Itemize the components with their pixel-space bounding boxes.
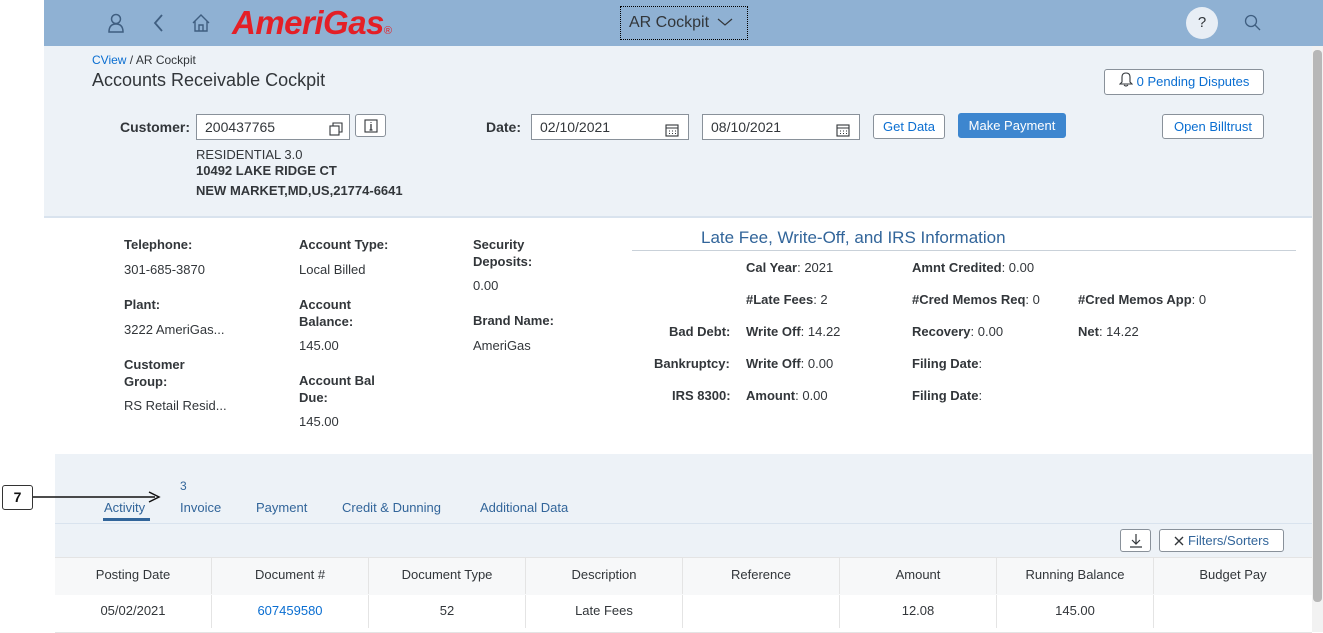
table-cell: 52	[369, 595, 526, 628]
amnt-credited: Amnt Credited: 0.00	[912, 260, 1035, 275]
help-icon[interactable]: ?	[1186, 7, 1218, 39]
callout-badge: 7	[2, 485, 33, 510]
brand-name-value: AmeriGas	[473, 338, 531, 353]
calendar-icon[interactable]	[665, 120, 679, 144]
column-header[interactable]: Document Type	[369, 557, 526, 594]
chevron-down-icon	[717, 7, 733, 39]
tab-divider	[55, 523, 1312, 524]
value-help-icon[interactable]	[329, 119, 343, 143]
tab-active-indicator	[103, 518, 150, 521]
callout-arrow	[33, 491, 161, 503]
cred-memos-req: #Cred Memos Req: 0	[912, 292, 1040, 307]
plant-value: 3222 AmeriGas...	[124, 322, 225, 337]
late-fee-divider	[632, 250, 1296, 251]
open-billtrust-button[interactable]: Open Billtrust	[1162, 114, 1264, 139]
column-header[interactable]: Posting Date	[55, 557, 212, 594]
account-balance-value: 145.00	[299, 338, 339, 353]
plant-label: Plant:	[124, 297, 161, 312]
app-title-menu[interactable]: AR Cockpit	[620, 6, 748, 40]
column-header[interactable]: Budget Pay	[1154, 557, 1312, 594]
download-button[interactable]	[1120, 529, 1151, 552]
breadcrumb: CView / AR Cockpit	[92, 53, 196, 67]
late-fees-count: #Late Fees: 2	[746, 292, 828, 307]
column-header[interactable]: Description	[526, 557, 683, 594]
telephone-label: Telephone:	[124, 237, 193, 252]
account-type-label: Account Type:	[299, 237, 389, 252]
filters-sorters-button[interactable]: Filters/Sorters	[1159, 529, 1284, 552]
customer-input[interactable]: 200437765	[196, 114, 350, 140]
header-divider	[44, 216, 1312, 218]
date-from-input[interactable]: 02/10/2021	[531, 114, 689, 140]
table-cell	[1154, 595, 1312, 628]
table-cell: 145.00	[997, 595, 1154, 628]
recovery: Recovery: 0.00	[912, 324, 1004, 339]
scrollbar-thumb[interactable]	[1313, 50, 1322, 602]
cred-memos-app: #Cred Memos App: 0	[1078, 292, 1207, 307]
make-payment-button[interactable]: Make Payment	[958, 113, 1066, 138]
customer-group-value: RS Retail Resid...	[124, 398, 227, 413]
bad-debt-label: Bad Debt:	[669, 324, 731, 339]
user-icon[interactable]	[108, 0, 124, 50]
page-title: Accounts Receivable Cockpit	[92, 70, 326, 90]
table-cell	[683, 595, 840, 628]
get-data-button[interactable]: Get Data	[873, 114, 945, 139]
column-header[interactable]: Document #	[212, 557, 369, 594]
column-header[interactable]: Reference	[683, 557, 840, 594]
column-header[interactable]: Running Balance	[997, 557, 1154, 594]
breadcrumb-current: AR Cockpit	[135, 53, 196, 67]
net: Net: 14.22	[1078, 324, 1139, 339]
back-icon[interactable]	[152, 0, 164, 50]
column-header[interactable]: Amount	[840, 557, 997, 594]
pending-disputes-button[interactable]: 0 Pending Disputes	[1104, 69, 1264, 95]
table-cell: 12.08	[840, 595, 997, 628]
tab-invoice[interactable]: Invoice	[180, 500, 221, 515]
customer-street: 10492 LAKE RIDGE CT	[196, 163, 337, 178]
table-cell: Late Fees	[526, 595, 683, 628]
calendar-icon[interactable]	[836, 120, 850, 144]
search-icon[interactable]	[1244, 0, 1262, 49]
bad-debt-writeoff: Write Off: 14.22	[746, 324, 841, 339]
home-icon[interactable]	[192, 0, 210, 50]
security-deposits-label: Security Deposits:	[473, 237, 533, 269]
info-icon	[363, 119, 378, 136]
customer-info-button[interactable]	[355, 114, 386, 137]
close-icon	[1174, 531, 1184, 552]
bell-icon	[1118, 71, 1133, 95]
customer-group-label: Customer Group:	[124, 357, 185, 389]
customer-label: Customer:	[120, 119, 191, 135]
bankruptcy-label: Bankruptcy:	[654, 356, 730, 371]
account-type-value: Local Billed	[299, 262, 366, 277]
irs-amount: Amount: 0.00	[746, 388, 828, 403]
account-bal-due-label: Account Bal Due:	[299, 373, 375, 405]
account-balance-label: Account Balance:	[299, 297, 354, 329]
irs-8300-label: IRS 8300:	[672, 388, 731, 403]
irs-filing-date: Filing Date:	[912, 388, 983, 403]
cal-year: Cal Year: 2021	[746, 260, 834, 275]
bankruptcy-filing-date: Filing Date:	[912, 356, 983, 371]
table-cell: 05/02/2021	[55, 595, 212, 628]
telephone-value: 301-685-3870	[124, 262, 205, 277]
account-bal-due-value: 145.00	[299, 414, 339, 429]
date-to-input[interactable]: 08/10/2021	[702, 114, 860, 140]
tab-payment[interactable]: Payment	[256, 500, 307, 515]
tab-invoice-count: 3	[180, 479, 187, 493]
bankruptcy-writeoff: Write Off: 0.00	[746, 356, 834, 371]
customer-city: NEW MARKET,MD,US,21774-6641	[196, 183, 403, 198]
late-fee-title: Late Fee, Write-Off, and IRS Information	[701, 228, 1006, 247]
customer-rate: RESIDENTIAL 3.0	[196, 147, 303, 162]
tab-additional-data[interactable]: Additional Data	[480, 500, 568, 515]
download-icon	[1129, 534, 1143, 552]
security-deposits-value: 0.00	[473, 278, 499, 293]
amerigas-logo[interactable]: AmeriGas®	[232, 4, 392, 42]
date-label: Date:	[486, 119, 522, 135]
document-link[interactable]: 607459580	[212, 595, 369, 628]
breadcrumb-link-cview[interactable]: CView	[92, 53, 126, 67]
tab-credit-dunning[interactable]: Credit & Dunning	[342, 500, 441, 515]
brand-name-label: Brand Name:	[473, 313, 554, 328]
